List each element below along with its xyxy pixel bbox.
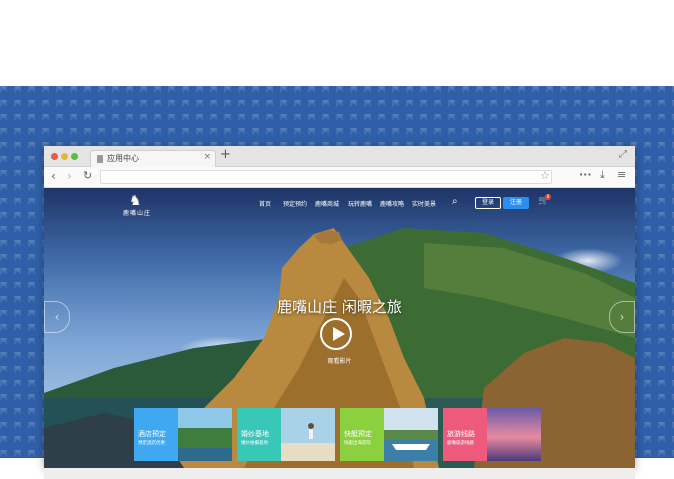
- back-icon[interactable]: ‹: [51, 169, 56, 183]
- card-color-block: 酒店预定 预定酒店优惠: [134, 408, 178, 461]
- card-title: 婚纱基地: [241, 430, 269, 438]
- nav-guide[interactable]: 鹿嘴攻略: [380, 199, 404, 208]
- menu-icon[interactable]: ≡: [617, 168, 626, 182]
- browser-window: 应用中心 × + ⤢ ‹ › ↻ ☆ ··· ⤓ ≡ ♞ 鹿嘴山庄 首页 预定预…: [44, 146, 635, 468]
- nav-live-view[interactable]: 实时美景: [412, 199, 436, 208]
- new-tab-button[interactable]: +: [220, 147, 231, 162]
- register-button[interactable]: 注册: [503, 197, 529, 209]
- card-color-block: 旅游线路 鹿嘴旅游线路: [443, 408, 487, 461]
- nav-booking[interactable]: 预定预约: [283, 199, 307, 208]
- close-window-button[interactable]: [51, 153, 58, 160]
- play-caption[interactable]: 观看影片: [44, 356, 635, 365]
- boat-photo: [384, 408, 438, 461]
- hero-title: 鹿嘴山庄 闲暇之旅: [277, 298, 402, 316]
- sunset-photo: [487, 408, 541, 461]
- card-subtitle: 快艇出海游玩: [344, 441, 371, 446]
- card-title: 快艇预定: [344, 430, 372, 438]
- download-icon[interactable]: ⤓: [600, 168, 605, 182]
- browser-titlebar: 应用中心 × + ⤢: [44, 146, 635, 167]
- deer-logo-icon[interactable]: ♞: [129, 193, 142, 209]
- cart-badge: 0: [545, 194, 551, 200]
- play-video-button[interactable]: [320, 318, 352, 350]
- minimize-window-button[interactable]: [61, 153, 68, 160]
- search-icon[interactable]: ⌕: [452, 196, 458, 207]
- browser-toolbar: ‹ › ↻ ☆ ··· ⤓ ≡: [44, 167, 635, 188]
- nav-home[interactable]: 首页: [259, 199, 271, 208]
- service-card-hotel[interactable]: 酒店预定 预定酒店优惠: [134, 408, 232, 461]
- site-nav: ♞ 鹿嘴山庄 首页 预定预约 鹿嘴商城 玩转鹿嘴 鹿嘴攻略 实时美景 ⌕ 登录 …: [44, 188, 635, 218]
- service-card-travel[interactable]: 旅游线路 鹿嘴旅游线路: [443, 408, 541, 461]
- card-title: 旅游线路: [447, 430, 475, 438]
- reload-icon[interactable]: ↻: [83, 169, 92, 183]
- login-button[interactable]: 登录: [475, 197, 501, 209]
- card-subtitle: 鹿嘴旅游线路: [447, 441, 474, 446]
- fullscreen-icon[interactable]: ⤢: [619, 149, 627, 160]
- page-icon: [97, 155, 103, 163]
- service-card-wedding[interactable]: 婚纱基地 婚纱拍摄基地: [237, 408, 335, 461]
- forward-icon[interactable]: ›: [67, 169, 72, 183]
- card-subtitle: 婚纱拍摄基地: [241, 441, 268, 446]
- nav-mall[interactable]: 鹿嘴商城: [315, 199, 339, 208]
- more-icon[interactable]: ···: [579, 168, 592, 182]
- hotel-photo: [178, 408, 232, 461]
- tab-close-icon[interactable]: ×: [203, 152, 211, 162]
- card-title: 酒店预定: [138, 430, 166, 438]
- card-subtitle: 预定酒店优惠: [138, 441, 165, 446]
- page-footer-strip: [44, 468, 635, 479]
- zoom-window-button[interactable]: [71, 153, 78, 160]
- site-logo-text[interactable]: 鹿嘴山庄: [123, 208, 151, 217]
- nav-play[interactable]: 玩转鹿嘴: [348, 199, 372, 208]
- address-bar[interactable]: [100, 170, 552, 184]
- bookmark-star-icon[interactable]: ☆: [540, 169, 550, 182]
- website-hero: ♞ 鹿嘴山庄 首页 预定预约 鹿嘴商城 玩转鹿嘴 鹿嘴攻略 实时美景 ⌕ 登录 …: [44, 188, 635, 468]
- card-color-block: 快艇预定 快艇出海游玩: [340, 408, 384, 461]
- card-color-block: 婚纱基地 婚纱拍摄基地: [237, 408, 281, 461]
- carousel-next-button[interactable]: ›: [609, 301, 635, 333]
- browser-tab[interactable]: 应用中心 ×: [90, 150, 216, 167]
- tab-title: 应用中心: [107, 154, 139, 163]
- wedding-photo: [281, 408, 335, 461]
- service-card-boat[interactable]: 快艇预定 快艇出海游玩: [340, 408, 438, 461]
